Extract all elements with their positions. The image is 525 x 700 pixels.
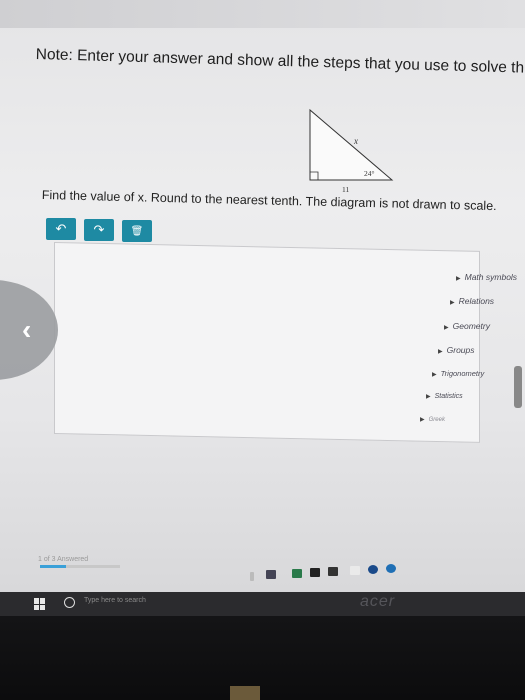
search-icon[interactable]	[64, 597, 75, 608]
chevron-left-icon[interactable]: ‹	[22, 314, 31, 346]
delete-button[interactable]: 🗑	[122, 220, 152, 242]
app-icon[interactable]	[368, 565, 378, 574]
menu-item-trigonometry[interactable]: ▶ Trigonometry	[432, 369, 484, 378]
caret-right-icon: ▶	[444, 325, 449, 331]
caret-right-icon: ▶	[426, 394, 431, 400]
app-icon[interactable]	[328, 567, 338, 576]
monitor-bezel	[0, 616, 525, 700]
screen: Note: Enter your answer and show all the…	[0, 0, 525, 592]
app-icon[interactable]	[310, 568, 320, 577]
progress-bar	[40, 565, 120, 568]
base-label: 11	[342, 185, 349, 194]
undo-icon: ↶	[55, 221, 67, 236]
progress-label: 1 of 3 Answered	[38, 556, 89, 563]
taskbar-search-input[interactable]: Type here to search	[84, 597, 146, 604]
progress-fill	[40, 565, 67, 568]
triangle-diagram: x 24° 11	[309, 108, 394, 194]
note-instruction: Note: Enter your answer and show all the…	[35, 46, 525, 80]
undo-button[interactable]: ↶	[46, 218, 76, 240]
top-strip	[0, 0, 525, 28]
hypotenuse-label: x	[353, 136, 358, 146]
question-text: Find the value of x. Round to the neares…	[41, 188, 497, 214]
app-icon[interactable]	[250, 572, 254, 581]
answer-input-area[interactable]	[54, 242, 480, 443]
trash-icon: 🗑	[130, 225, 144, 237]
app-icon[interactable]	[266, 570, 276, 579]
scrollbar-thumb[interactable]	[514, 366, 522, 408]
redo-button[interactable]: ↷	[84, 219, 114, 241]
menu-item-greek[interactable]: ▶ Greek	[420, 416, 445, 423]
windows-taskbar: Type here to search	[0, 592, 525, 616]
app-icon[interactable]	[292, 569, 302, 578]
menu-item-statistics[interactable]: ▶ Statistics	[426, 393, 463, 400]
menu-item-math-symbols[interactable]: ▶ Math symbols	[456, 272, 517, 282]
triangle-shape	[309, 108, 394, 181]
menu-item-geometry[interactable]: ▶ Geometry	[444, 321, 490, 331]
caret-right-icon: ▶	[420, 417, 425, 423]
caret-right-icon: ▶	[456, 276, 461, 282]
monitor-brand-logo: acer	[360, 593, 396, 610]
redo-icon: ↷	[93, 222, 105, 237]
caret-right-icon: ▶	[438, 349, 443, 355]
menu-item-relations[interactable]: ▶ Relations	[450, 296, 494, 306]
app-icon[interactable]	[350, 566, 360, 575]
windows-start-icon[interactable]	[34, 598, 46, 610]
caret-right-icon: ▶	[432, 372, 437, 378]
caret-right-icon: ▶	[450, 300, 455, 306]
angle-label: 24°	[364, 169, 375, 178]
menu-item-groups[interactable]: ▶ Groups	[438, 345, 475, 355]
bezel-sticker	[230, 686, 260, 700]
edge-icon[interactable]	[386, 564, 396, 573]
